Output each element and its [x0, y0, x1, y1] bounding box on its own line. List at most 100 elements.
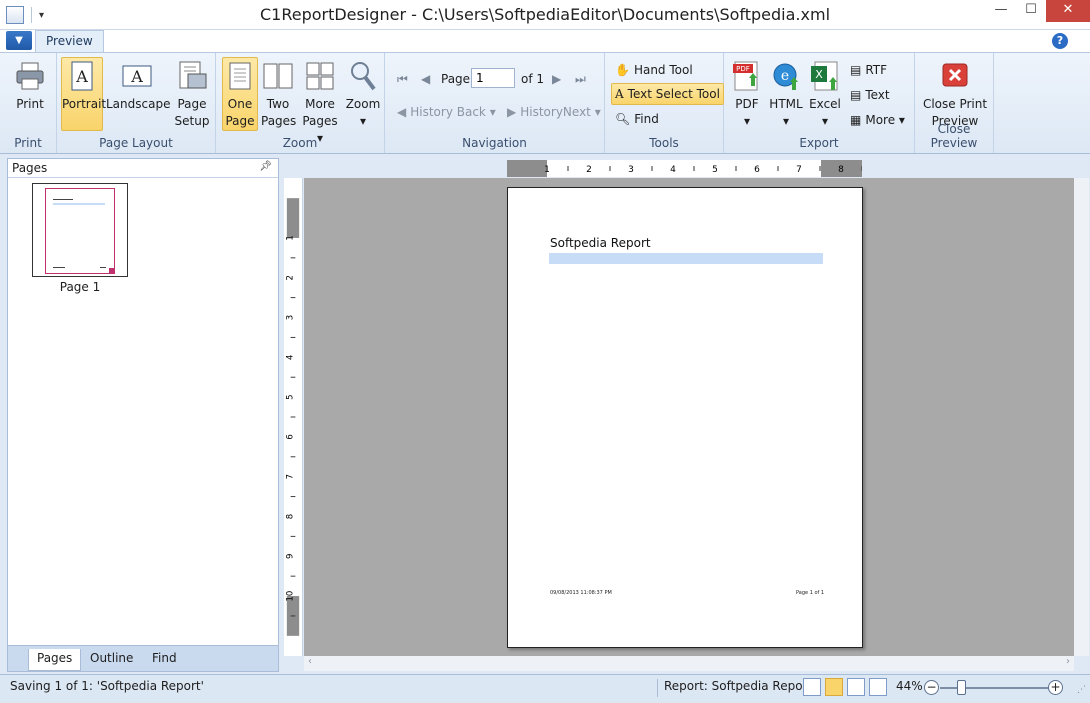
landscape-button[interactable]: A Landscape — [105, 57, 170, 131]
zoom-slider-thumb[interactable] — [957, 680, 966, 695]
ruler-v-label: 8 — [286, 514, 296, 519]
zoom-button[interactable]: Zoom ▾ — [344, 57, 382, 131]
minimize-button[interactable]: — — [986, 0, 1016, 22]
help-icon[interactable]: ? — [1052, 33, 1068, 49]
page-thumbnail[interactable] — [32, 183, 128, 277]
tab-preview[interactable]: Preview — [35, 30, 104, 53]
view-four-pages-icon[interactable] — [869, 678, 887, 696]
excel-dropdown-icon: ▾ — [821, 114, 829, 128]
portrait-icon: A — [71, 61, 93, 91]
close-print-preview-button[interactable]: Close Print Preview — [919, 57, 991, 131]
vertical-scrollbar[interactable] — [1074, 178, 1089, 656]
report-page[interactable]: Softpedia Report 09/08/2013 11:08:37 PM … — [507, 187, 863, 648]
pdf-dropdown-icon: ▾ — [743, 114, 751, 128]
tab-find[interactable]: Find — [144, 649, 185, 671]
view-single-page-icon[interactable] — [825, 678, 843, 696]
group-print: Print Print — [0, 53, 57, 153]
zoom-percentage: 44% — [896, 679, 923, 693]
tab-outline[interactable]: Outline — [82, 649, 141, 671]
history-back-button[interactable]: ◀ History Back ▾ — [393, 101, 500, 123]
pdf-icon: PDF — [733, 61, 758, 91]
group-label-zoom: Zoom — [282, 136, 318, 150]
application-menu-button[interactable]: ▼ — [6, 31, 32, 50]
page-setup-label-1: Page — [177, 97, 207, 111]
export-rtf-button[interactable]: ▤ RTF — [846, 59, 891, 81]
find-button[interactable]: 🔍︎ Find — [611, 108, 663, 130]
more-export-label: More ▾ — [865, 113, 905, 127]
group-label-page-layout: Page Layout — [99, 136, 173, 150]
status-bar: Saving 1 of 1: 'Softpedia Report' Report… — [0, 674, 1090, 703]
svg-text:X: X — [815, 68, 823, 81]
view-two-pages-icon[interactable] — [847, 678, 865, 696]
more-pages-label-1: More — [305, 97, 335, 111]
pages-pane: Pages 📌︎ Page 1 Pages Outline Find — [7, 158, 279, 672]
portrait-label: Portrait — [62, 97, 107, 111]
thumbnail-page-preview — [45, 188, 115, 274]
html-icon: e — [773, 63, 798, 90]
vertical-ruler: 1 2 3 4 5 6 7 8 9 10 — [284, 178, 303, 656]
zoom-in-icon[interactable]: + — [1048, 680, 1063, 695]
export-pdf-button[interactable]: PDF PDF ▾ — [728, 57, 766, 131]
prev-page-icon[interactable]: ◀ — [417, 68, 434, 90]
thumb-corner-marker — [109, 268, 114, 273]
ruler-h-label: 4 — [670, 165, 676, 175]
group-label-navigation: Navigation — [462, 136, 527, 150]
ribbon-tab-row: ▼ Preview ? — [0, 30, 1090, 53]
ruler-v-label: 10 — [286, 591, 296, 602]
report-footer-date: 09/08/2013 11:08:37 PM — [550, 590, 612, 596]
printer-icon — [16, 62, 44, 90]
ruler-h-label: 5 — [712, 165, 718, 175]
ruler-v-label: 2 — [286, 275, 296, 280]
title-bar: ▾ C1ReportDesigner - C:\Users\SoftpediaE… — [0, 0, 1090, 30]
rtf-icon: ▤ — [850, 63, 862, 77]
pin-icon[interactable]: 📌︎ — [259, 161, 272, 172]
text-select-tool-button[interactable]: A Text Select Tool — [611, 83, 724, 105]
scroll-right-icon[interactable]: › — [1066, 656, 1070, 667]
tab-pages[interactable]: Pages — [28, 649, 82, 671]
print-button[interactable]: Print — [9, 57, 51, 131]
ruler-h-label: 3 — [628, 165, 634, 175]
hand-tool-label: Hand Tool — [633, 63, 693, 77]
view-continuous-icon[interactable] — [803, 678, 821, 696]
last-page-icon[interactable]: ⏭ — [571, 68, 590, 90]
page-setup-icon — [179, 61, 207, 89]
ruler-h-label: 6 — [754, 165, 760, 175]
close-button[interactable]: ✕ — [1046, 0, 1090, 22]
horizontal-ruler: 1 2 3 4 5 6 7 8 — [507, 160, 862, 177]
one-page-button[interactable]: One Page — [222, 57, 258, 131]
zoom-dropdown-icon: ▾ — [359, 114, 367, 128]
two-pages-button[interactable]: Two Pages — [260, 57, 296, 131]
thumb-title-line — [53, 199, 73, 200]
resize-grip-icon[interactable]: ⋰ — [1077, 685, 1086, 695]
export-more-button[interactable]: ▦ More ▾ — [846, 109, 909, 131]
history-next-button[interactable]: ▶ HistoryNext ▾ — [503, 101, 605, 123]
portrait-button[interactable]: A Portrait — [61, 57, 107, 131]
page-setup-button[interactable]: Page Setup — [171, 57, 213, 131]
horizontal-scrollbar[interactable]: ‹ › — [304, 656, 1074, 671]
more-pages-button[interactable]: More Pages ▾ — [298, 57, 342, 145]
report-title: Softpedia Report — [550, 236, 651, 250]
maximize-button[interactable]: ☐ — [1016, 0, 1046, 22]
history-next-label: HistoryNext ▾ — [520, 105, 601, 119]
print-label: Print — [16, 97, 44, 111]
ruler-v-label: 6 — [286, 434, 296, 439]
next-page-icon[interactable]: ▶ — [548, 68, 565, 90]
hand-icon: ✋ — [615, 63, 630, 77]
thumb-footer-right — [100, 267, 106, 268]
export-text-button[interactable]: ▤ Text — [846, 84, 894, 106]
ruler-v-label: 3 — [286, 315, 296, 320]
ruler-h-label: 2 — [586, 165, 592, 175]
page-number-input[interactable] — [471, 68, 515, 88]
zoom-out-icon[interactable]: − — [924, 680, 939, 695]
hand-tool-button[interactable]: ✋ Hand Tool — [611, 59, 697, 81]
scroll-left-icon[interactable]: ‹ — [308, 656, 312, 667]
report-header-bar — [549, 253, 823, 264]
thumbnail-label: Page 1 — [59, 280, 101, 294]
export-html-button[interactable]: e HTML ▾ — [766, 57, 806, 131]
export-excel-button[interactable]: X Excel ▾ — [806, 57, 844, 131]
first-page-icon[interactable]: ⏮ — [393, 68, 412, 90]
find-icon: 🔍︎ — [615, 112, 631, 126]
ruler-v-label: 9 — [286, 554, 296, 559]
one-page-label-2: Page — [225, 114, 255, 128]
ruler-h-label: 1 — [544, 165, 550, 175]
